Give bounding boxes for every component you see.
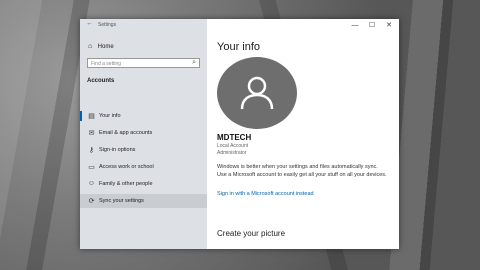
sidebar-home[interactable]: ⌂ Home bbox=[88, 43, 114, 50]
user-name: MDTECH bbox=[217, 133, 252, 142]
active-indicator bbox=[80, 111, 82, 121]
sidebar-item-sign-in-options[interactable]: ⚷ Sign-in options bbox=[80, 143, 207, 157]
minimize-button[interactable]: — bbox=[347, 20, 363, 31]
key-icon: ⚷ bbox=[88, 147, 95, 154]
sidebar-home-label: Home bbox=[97, 44, 114, 50]
email-icon: ✉ bbox=[88, 130, 95, 137]
person-card-icon: ▤ bbox=[88, 113, 95, 120]
avatar bbox=[217, 57, 297, 129]
settings-window: ⌂ Home Find a setting ⌕ Accounts ▤ Your … bbox=[80, 19, 399, 249]
create-picture-heading: Create your picture bbox=[217, 229, 286, 238]
microsoft-account-link[interactable]: Sign in with a Microsoft account instead bbox=[217, 191, 314, 197]
section-title: Accounts bbox=[87, 78, 115, 84]
account-type: Local Account bbox=[217, 143, 249, 149]
sidebar-item-label: Family & other people bbox=[99, 181, 153, 187]
window-title: Settings bbox=[98, 22, 117, 28]
title-bar: ← Settings — ☐ ✕ bbox=[80, 19, 399, 32]
sidebar: ⌂ Home Find a setting ⌕ Accounts ▤ Your … bbox=[80, 19, 207, 249]
sidebar-item-label: Your info bbox=[99, 113, 121, 119]
info-text: Windows is better when your settings and… bbox=[217, 164, 387, 178]
home-icon: ⌂ bbox=[88, 43, 93, 50]
account-role: Administrator bbox=[217, 150, 247, 156]
user-silhouette-icon bbox=[240, 76, 274, 110]
close-button[interactable]: ✕ bbox=[381, 20, 397, 31]
people-icon: ☺ bbox=[87, 180, 96, 187]
sidebar-item-sync-settings[interactable]: ⟳ Sync your settings bbox=[80, 194, 207, 208]
page-title: Your info bbox=[217, 41, 261, 53]
sidebar-item-email-app-accounts[interactable]: ✉ Email & app accounts bbox=[80, 126, 207, 140]
briefcase-icon: ▭ bbox=[88, 164, 95, 171]
search-icon: ⌕ bbox=[192, 59, 196, 66]
sidebar-item-label: Sync your settings bbox=[99, 198, 144, 204]
main-content: Your info MDTECH Local Account Administr… bbox=[207, 19, 399, 249]
search-placeholder: Find a setting bbox=[91, 61, 122, 67]
search-input[interactable]: Find a setting ⌕ bbox=[87, 58, 200, 68]
sidebar-item-label: Access work or school bbox=[99, 164, 154, 170]
back-arrow-icon[interactable]: ← bbox=[86, 20, 93, 27]
sidebar-item-label: Email & app accounts bbox=[99, 130, 153, 136]
sync-icon: ⟳ bbox=[88, 198, 95, 205]
maximize-button[interactable]: ☐ bbox=[364, 20, 380, 31]
sidebar-item-label: Sign-in options bbox=[99, 147, 136, 153]
sidebar-item-your-info[interactable]: ▤ Your info bbox=[80, 109, 207, 123]
sidebar-item-access-work-school[interactable]: ▭ Access work or school bbox=[80, 160, 207, 174]
sidebar-item-family-other-people[interactable]: ☺ Family & other people bbox=[80, 177, 207, 191]
